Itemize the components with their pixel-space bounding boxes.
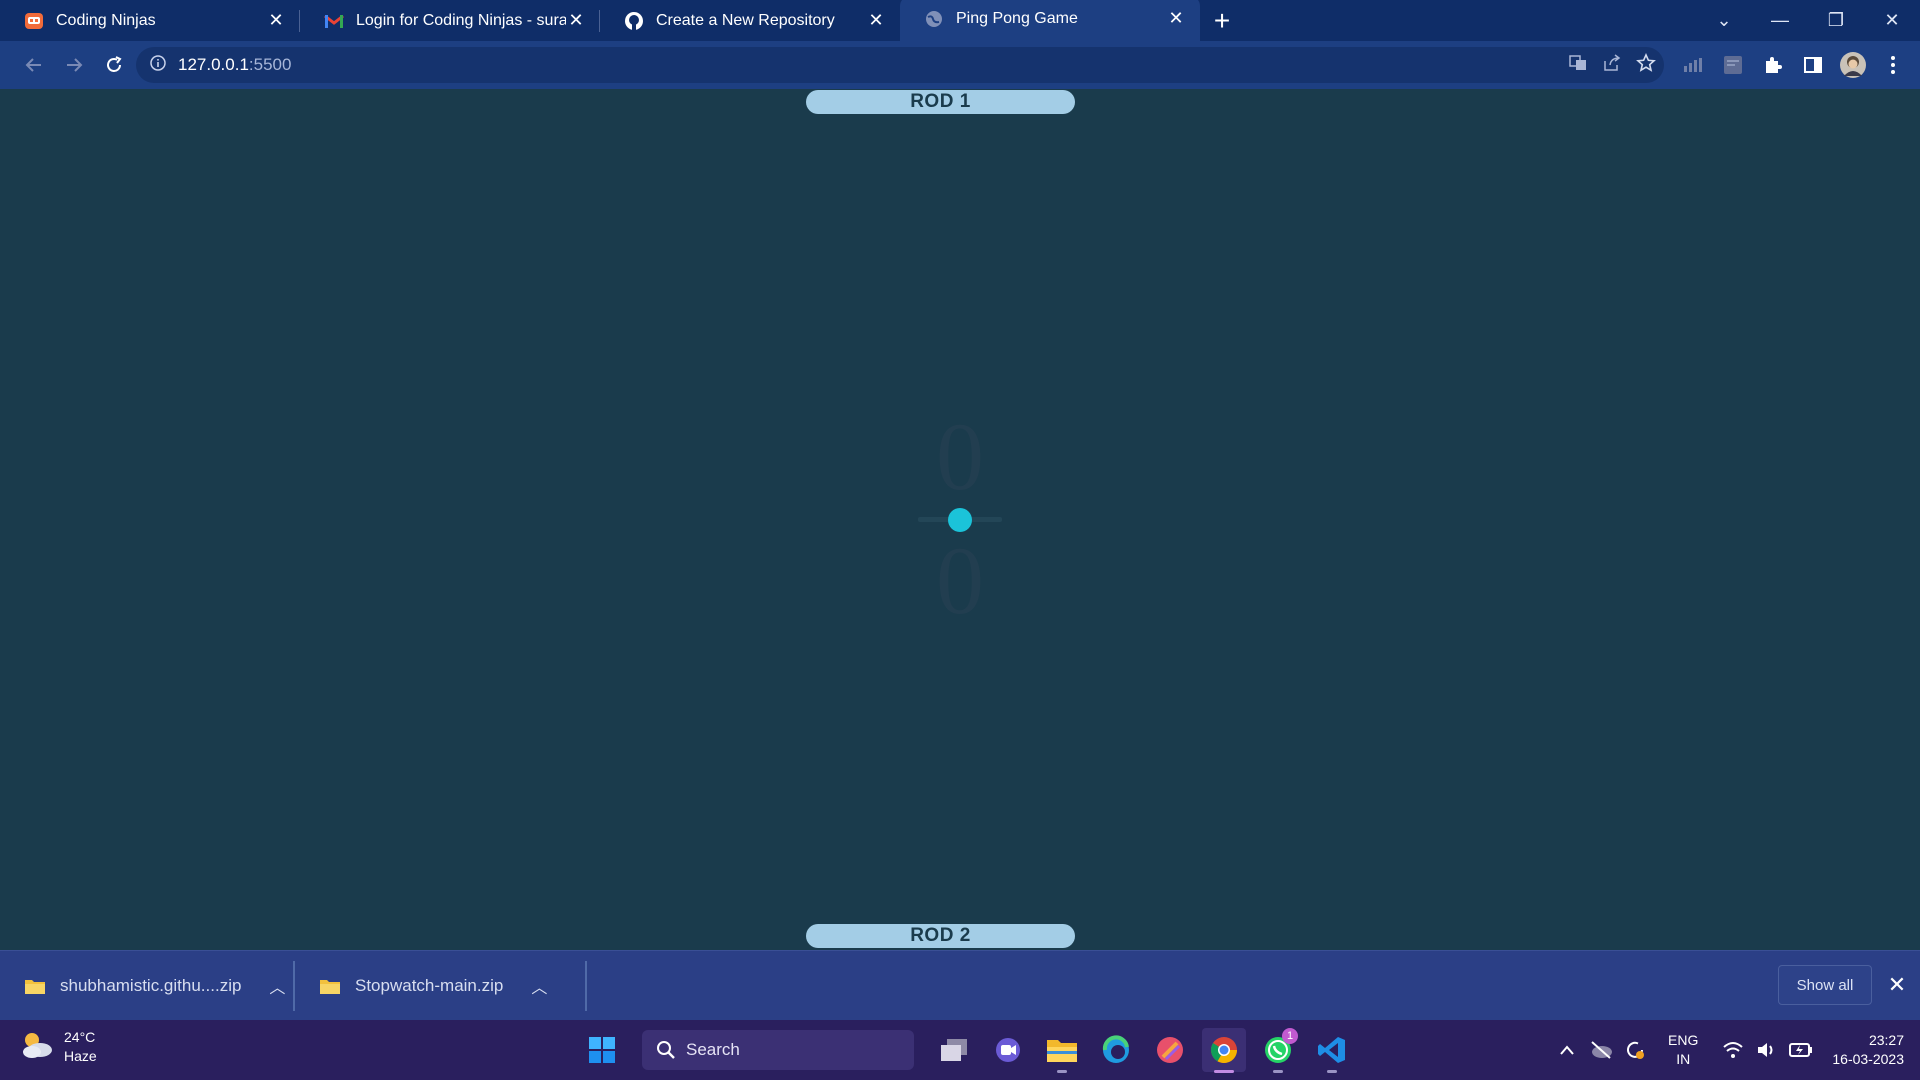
share-icon[interactable]: [1602, 53, 1622, 78]
rod-1[interactable]: ROD 1: [806, 90, 1075, 114]
tab-title: Ping Pong Game: [956, 9, 1078, 27]
language-indicator[interactable]: ENG IN: [1668, 1031, 1698, 1069]
site-info-icon[interactable]: [150, 54, 166, 76]
whatsapp-badge: 1: [1282, 1028, 1298, 1044]
edge-browser-icon[interactable]: [1094, 1028, 1138, 1072]
score-bottom: 0: [936, 527, 984, 634]
download-item[interactable]: Stopwatch-main.zip ︿: [295, 951, 587, 1021]
rod-2[interactable]: ROD 2: [806, 924, 1075, 948]
omnibox-actions: [1568, 47, 1656, 83]
toolbar-extensions: [1676, 45, 1910, 85]
taskbar-apps: Search 1: [580, 1026, 1354, 1074]
new-tab-button[interactable]: +: [1200, 0, 1244, 41]
zip-folder-icon: [24, 977, 46, 995]
onedrive-offline-icon[interactable]: [1584, 1033, 1618, 1067]
bookmark-star-icon[interactable]: [1636, 52, 1656, 78]
tab-strip: Coding Ninjas ✕ Login for Coding Ninjas …: [0, 0, 1920, 41]
download-filename: Stopwatch-main.zip: [355, 975, 504, 995]
volume-icon[interactable]: [1750, 1033, 1784, 1067]
close-tab-icon[interactable]: ✕: [266, 10, 286, 31]
search-placeholder: Search: [686, 1040, 740, 1059]
tab-title: Login for Coding Ninjas - surajbh: [356, 11, 566, 29]
close-tab-icon[interactable]: ✕: [866, 10, 886, 31]
download-item[interactable]: shubhamistic.githu....zip ︿: [0, 951, 295, 1021]
restore-icon[interactable]: ❐: [1808, 0, 1864, 41]
tab-gmail-login[interactable]: Login for Coding Ninjas - surajbh ✕: [300, 0, 600, 41]
weather-desc: Haze: [64, 1048, 97, 1064]
menu-kebab-icon[interactable]: [1876, 48, 1910, 82]
side-panel-icon[interactable]: [1796, 48, 1830, 82]
clock[interactable]: 23:27 16-03-2023: [1832, 1031, 1904, 1069]
globe-icon: [924, 9, 944, 29]
file-explorer-icon[interactable]: [1040, 1028, 1084, 1073]
clock-date: 16-03-2023: [1832, 1051, 1904, 1067]
tab-search-icon[interactable]: ⌄: [1696, 0, 1752, 41]
game-board: ROD 1 0 0 ROD 2: [0, 89, 1920, 950]
zip-folder-icon: [319, 977, 341, 995]
close-window-icon[interactable]: ✕: [1864, 0, 1920, 41]
gmail-icon: [324, 11, 344, 31]
tab-title: Create a New Repository: [656, 11, 835, 29]
weather-temp: 24°C: [64, 1029, 96, 1045]
rod-2-label: ROD 2: [910, 925, 971, 946]
lang-secondary: IN: [1676, 1051, 1691, 1067]
reload-icon[interactable]: [94, 45, 134, 85]
vscode-icon[interactable]: [1310, 1028, 1354, 1073]
lang-primary: ENG: [1668, 1032, 1699, 1048]
wifi-icon[interactable]: [1716, 1033, 1750, 1067]
chevron-up-icon[interactable]: ︿: [269, 974, 285, 998]
score-top: 0: [936, 403, 984, 510]
address-bar[interactable]: 127.0.0.1:5500: [136, 47, 1664, 83]
back-icon[interactable]: [14, 45, 54, 85]
url-host: 127.0.0.1: [178, 55, 249, 74]
task-view-icon[interactable]: [932, 1028, 976, 1072]
paint-app-icon[interactable]: [1148, 1028, 1192, 1072]
taskbar: 24°C Haze Search 1 ENG IN 23:27 16-03-20…: [0, 1020, 1920, 1080]
close-tab-icon[interactable]: ✕: [1166, 8, 1186, 29]
translate-icon[interactable]: [1568, 53, 1588, 78]
system-tray: ENG IN 23:27 16-03-2023: [1550, 1020, 1904, 1080]
tab-create-repository[interactable]: Create a New Repository ✕: [600, 0, 900, 41]
search-icon: [657, 1041, 675, 1059]
download-filename: shubhamistic.githu....zip: [60, 975, 242, 995]
github-icon: [624, 11, 644, 31]
chrome-browser-icon[interactable]: [1202, 1028, 1246, 1073]
battery-charging-icon[interactable]: [1784, 1033, 1818, 1067]
chevron-up-icon[interactable]: [1550, 1033, 1584, 1067]
window-controls: ⌄ — ❐ ✕: [1696, 0, 1920, 41]
clock-time: 23:27: [1868, 1032, 1904, 1048]
taskbar-search[interactable]: Search: [642, 1030, 914, 1070]
browser-toolbar: 127.0.0.1:5500: [0, 41, 1920, 89]
tab-title: Coding Ninjas: [56, 11, 156, 29]
forward-icon[interactable]: [54, 45, 94, 85]
show-all-button[interactable]: Show all: [1778, 965, 1872, 1005]
tab-coding-ninjas[interactable]: Coding Ninjas ✕: [0, 0, 300, 41]
chevron-up-icon[interactable]: ︿: [531, 974, 547, 998]
extensions-puzzle-icon[interactable]: [1756, 48, 1790, 82]
download-shelf: shubhamistic.githu....zip ︿ Stopwatch-ma…: [0, 950, 1920, 1020]
whatsapp-icon[interactable]: 1: [1256, 1028, 1300, 1073]
performance-icon[interactable]: [1676, 48, 1710, 82]
minimize-icon[interactable]: —: [1752, 0, 1808, 41]
profile-avatar-icon[interactable]: [1836, 48, 1870, 82]
sync-icon[interactable]: [1618, 1033, 1652, 1067]
start-windows-icon[interactable]: [580, 1028, 624, 1072]
teams-chat-icon[interactable]: [986, 1028, 1030, 1072]
tab-ping-pong-game[interactable]: Ping Pong Game ✕: [900, 0, 1200, 41]
close-shelf-icon[interactable]: ✕: [1886, 971, 1908, 999]
weather-cloud-sun-icon: [20, 1030, 54, 1065]
coding-ninjas-icon: [24, 11, 44, 31]
url-port: :5500: [248, 55, 292, 74]
weather-widget[interactable]: 24°C Haze: [20, 1028, 97, 1066]
rod-1-label: ROD 1: [910, 91, 971, 112]
close-tab-icon[interactable]: ✕: [566, 10, 586, 31]
extension-es-icon[interactable]: [1716, 48, 1750, 82]
url-text: 127.0.0.1:5500: [178, 55, 291, 75]
